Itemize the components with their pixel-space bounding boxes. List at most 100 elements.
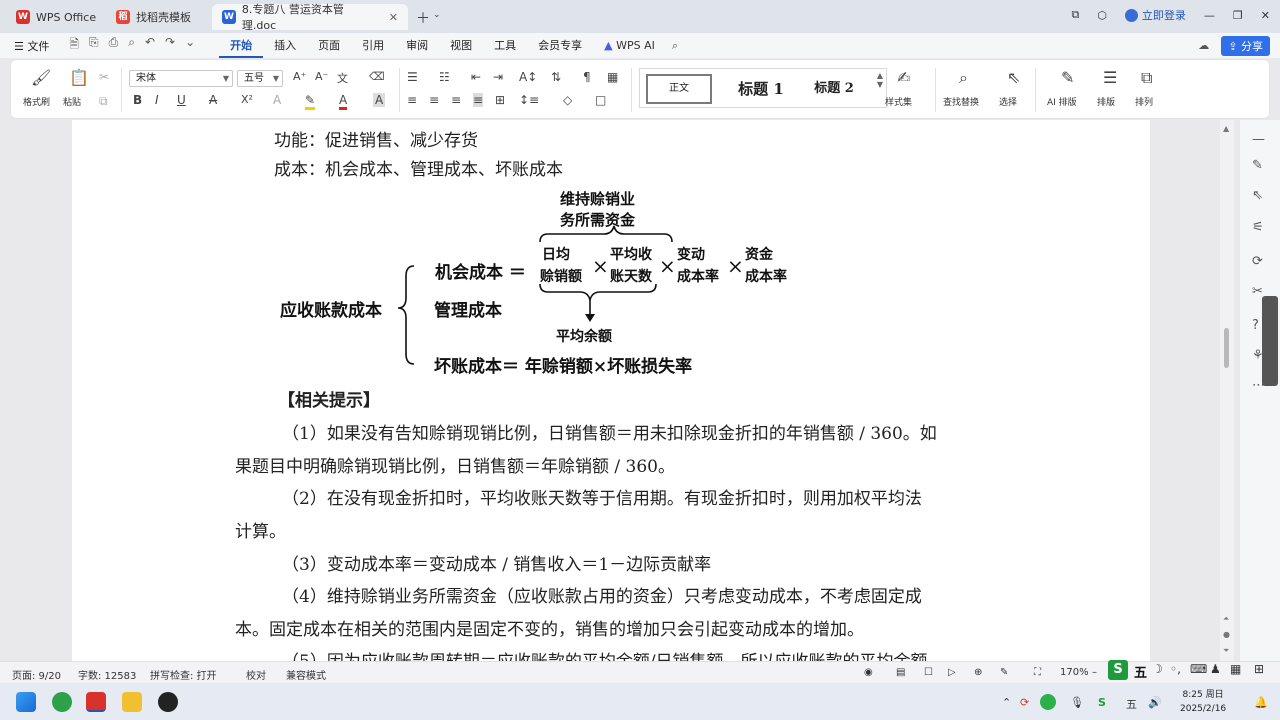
align-center-icon[interactable]: ≡	[429, 93, 439, 107]
show-marks-icon[interactable]: ¶	[583, 70, 591, 84]
style-set-button[interactable]: 样式集	[885, 95, 912, 108]
vertical-scrollbar[interactable]: ▲ ⏶ ● ⏷	[1220, 120, 1234, 661]
select-button[interactable]: 选择	[999, 95, 1017, 108]
select-icon[interactable]: ⇖	[1252, 188, 1263, 203]
highlight-icon[interactable]: ✎	[305, 93, 316, 110]
menu-member[interactable]: 会员专享	[527, 33, 593, 58]
wps-taskbar-icon[interactable]	[86, 692, 106, 712]
format-painter-icon[interactable]: 🖌	[31, 68, 51, 87]
menu-home[interactable]: 开始	[219, 33, 264, 58]
document-page[interactable]: 功能：促进销售、减少存货 成本：机会成本、管理成本、坏账成本 维持赊销业 务所需…	[72, 120, 1150, 661]
proofread[interactable]: 校对	[246, 667, 266, 682]
page-nav-icon[interactable]: ●	[1223, 630, 1230, 639]
tab-wps-office[interactable]: W WPS Office	[6, 4, 106, 30]
layout-button[interactable]: 排版	[1097, 95, 1115, 108]
tools-icon[interactable]: ✂	[1252, 284, 1263, 299]
font-color-icon[interactable]: A	[339, 93, 348, 110]
menu-tools[interactable]: 工具	[483, 33, 527, 58]
cut-icon[interactable]: ✂	[99, 70, 109, 84]
shading-icon[interactable]: ◇	[563, 93, 572, 107]
layout-icon[interactable]: ☰	[1103, 68, 1117, 87]
scrollbar-thumb[interactable]	[1224, 328, 1229, 368]
clear-format-icon[interactable]: ⌫	[369, 70, 385, 83]
moon-icon[interactable]: ☽	[1152, 662, 1163, 676]
mic-icon[interactable]: 🎙	[1070, 696, 1084, 709]
find-replace-button[interactable]: 查找替换	[943, 95, 979, 108]
share-button[interactable]: ⇪ 分享	[1221, 35, 1270, 56]
select-cursor-icon[interactable]: ⇖	[1007, 68, 1020, 87]
text-effect-icon[interactable]: A	[273, 93, 281, 107]
export-icon[interactable]: ⎘	[89, 35, 99, 56]
chevron-down-icon[interactable]: ⌄	[433, 10, 441, 20]
strikethrough-icon[interactable]: A	[209, 93, 217, 107]
superscript-icon[interactable]: X²	[241, 93, 253, 106]
pen-icon[interactable]: ✎	[1000, 667, 1008, 678]
format-painter-button[interactable]: 格式刷	[23, 95, 50, 108]
edge-browser-icon[interactable]	[52, 692, 72, 712]
zoom-level[interactable]: 170%	[1060, 667, 1089, 678]
settings-sliders-icon[interactable]: ⚟	[1252, 220, 1264, 235]
arrange-button[interactable]: 排列	[1135, 95, 1153, 108]
zoom-out-icon[interactable]: –	[1092, 667, 1097, 678]
bold-icon[interactable]: B	[133, 93, 142, 107]
align-left-icon[interactable]: ≡	[407, 93, 417, 107]
punct-icon[interactable]: ◦,	[1170, 662, 1181, 676]
phonetic-icon[interactable]: 文	[337, 70, 348, 86]
fit-icon[interactable]: ⛶	[1034, 667, 1041, 678]
borders-icon[interactable]: □	[595, 93, 606, 107]
ime-logo-icon[interactable]: S	[1108, 660, 1128, 680]
translate-icon[interactable]: ⟳	[1252, 254, 1263, 269]
search-icon[interactable]: ⌕	[672, 39, 678, 53]
prev-page-icon[interactable]: ⏶	[1223, 614, 1229, 624]
save-icon[interactable]: 🗎	[69, 35, 79, 56]
menu-wps-ai[interactable]: ▲ WPS AI	[593, 33, 666, 58]
font-family-select[interactable]: 宋体 ▼	[129, 70, 233, 87]
cube-icon[interactable]: ⬡	[1097, 9, 1107, 22]
volume-icon[interactable]: 🔊	[1148, 696, 1162, 709]
undo-icon[interactable]: ↶	[145, 35, 155, 56]
tab-document[interactable]: W 8.专题八 营运资本管理.doc ✕	[212, 3, 408, 32]
menu-review[interactable]: 审阅	[395, 33, 439, 58]
align-right-icon[interactable]: ≡	[451, 93, 461, 107]
eye-icon[interactable]: ◉	[864, 667, 873, 678]
next-page-icon[interactable]: ⏷	[1223, 646, 1229, 656]
wechat-icon[interactable]	[1040, 694, 1056, 710]
gallery-scroll-icon[interactable]: ▲ ▼	[877, 71, 883, 89]
pen-icon[interactable]: ✎	[1252, 158, 1263, 173]
increase-indent-icon[interactable]: ⇥	[493, 70, 503, 84]
minimize-icon[interactable]: —	[1204, 9, 1215, 22]
char-shading-icon[interactable]: A	[373, 93, 386, 107]
cloud-upload-icon[interactable]: ☁	[1198, 39, 1209, 52]
grow-font-icon[interactable]: A⁺	[293, 70, 306, 83]
word-count[interactable]: 字数: 12583	[78, 667, 136, 682]
menu-view[interactable]: 视图	[439, 33, 483, 58]
apps-icon[interactable]: ⊞	[1254, 662, 1264, 676]
numbering-icon[interactable]: ☷	[439, 70, 450, 84]
page-view-icon[interactable]: ▤	[896, 667, 905, 678]
spell-check[interactable]: 拼写检查: 打开	[150, 667, 217, 682]
sync-icon[interactable]: ⟳	[1020, 696, 1029, 709]
ime-mode[interactable]: 五	[1134, 662, 1147, 681]
menu-insert[interactable]: 插入	[263, 33, 307, 58]
bullets-icon[interactable]: ☰	[407, 70, 418, 84]
style-normal[interactable]: 正文	[646, 74, 712, 104]
font-size-select[interactable]: 五号 ▼	[237, 70, 283, 87]
new-tab-icon[interactable]: ＋	[416, 8, 430, 28]
style-heading-2[interactable]: 标题 2	[804, 74, 864, 104]
close-tab-icon[interactable]: ✕	[389, 11, 398, 24]
login-button[interactable]: 立即登录	[1124, 7, 1186, 23]
collapse-icon[interactable]: —	[1252, 132, 1265, 147]
style-set-icon[interactable]: ✍	[897, 68, 910, 87]
ime-tray-icon[interactable]: S	[1098, 696, 1106, 709]
line-spacing-icon[interactable]: ↕≡	[519, 93, 539, 107]
print-icon[interactable]: ⎙	[109, 35, 119, 56]
page-indicator[interactable]: 页面: 9/20	[12, 667, 61, 682]
sort-icon[interactable]: ⇅	[551, 70, 561, 84]
preview-icon[interactable]: ⌕	[128, 35, 135, 56]
play-icon[interactable]: ▷	[948, 667, 956, 678]
chevron-down-icon[interactable]: ⌄	[185, 35, 195, 56]
help-icon[interactable]: ?	[1252, 318, 1259, 333]
scroll-up-icon[interactable]: ▲	[1223, 124, 1229, 133]
find-icon[interactable]: ⌕	[959, 68, 968, 88]
app-icon[interactable]	[158, 692, 178, 712]
